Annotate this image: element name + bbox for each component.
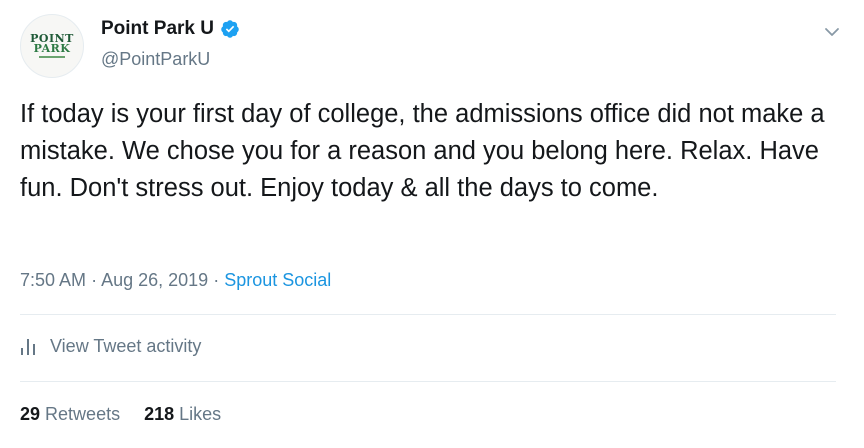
verified-badge-icon <box>220 19 240 39</box>
meta-separator: · <box>91 270 98 290</box>
divider <box>20 381 836 382</box>
avatar-logo-line2: PARK <box>33 42 71 55</box>
likes-label: Likes <box>179 404 222 424</box>
meta-separator-2: · <box>213 270 220 290</box>
avatar-logo-underline <box>39 56 65 58</box>
bar-chart-icon <box>21 338 35 355</box>
tweet-time[interactable]: 7:50 AM <box>20 270 86 290</box>
avatar[interactable]: POINT PARK <box>20 14 84 78</box>
display-name[interactable]: Point Park U <box>101 18 214 40</box>
tweet-card: POINT PARK Point Park U @PointParkU If t… <box>0 0 864 448</box>
tweet-meta: 7:50 AM · Aug 26, 2019 · Sprout Social <box>20 270 331 291</box>
tweet-text: If today is your first day of college, t… <box>20 100 825 202</box>
divider <box>20 314 836 315</box>
retweets-count: 29 <box>20 404 41 424</box>
tweet-source-link[interactable]: Sprout Social <box>224 270 331 290</box>
view-activity-button[interactable]: View Tweet activity <box>20 336 201 357</box>
tweet-date[interactable]: Aug 26, 2019 <box>101 270 208 290</box>
retweets-stat[interactable]: 29 Retweets <box>20 404 120 424</box>
view-activity-label: View Tweet activity <box>50 336 202 356</box>
author-name-row[interactable]: Point Park U <box>101 18 240 40</box>
tweet-stats: 29 Retweets 218 Likes <box>20 404 221 425</box>
likes-count: 218 <box>144 404 175 424</box>
author-handle[interactable]: @PointParkU <box>101 49 210 70</box>
likes-stat[interactable]: 218 Likes <box>144 404 221 424</box>
chevron-down-icon[interactable] <box>822 22 842 42</box>
retweets-label: Retweets <box>45 404 121 424</box>
